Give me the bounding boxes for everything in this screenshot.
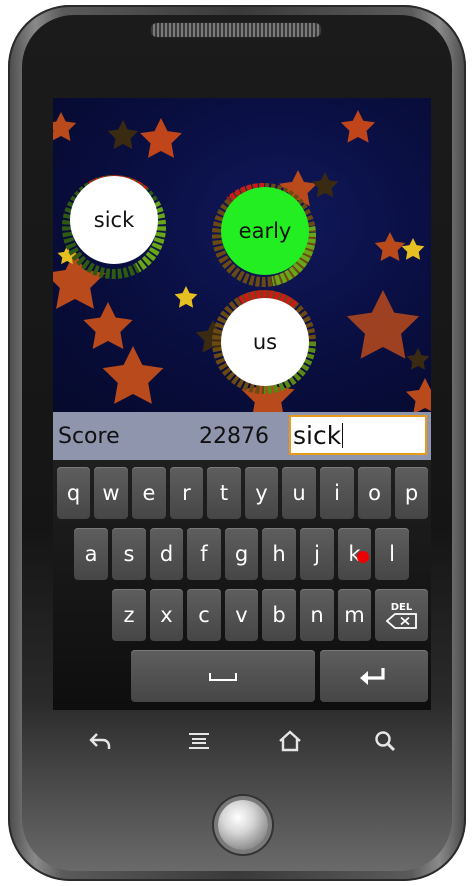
home-icon (279, 730, 301, 752)
earpiece-speaker (150, 22, 322, 38)
search-button[interactable] (369, 725, 401, 757)
key-i[interactable]: i (320, 467, 354, 519)
key-o[interactable]: o (358, 467, 391, 519)
enter-key[interactable] (320, 650, 428, 702)
word-input-value: sick (293, 421, 342, 450)
home-button[interactable] (274, 725, 306, 757)
star (140, 118, 182, 158)
key-d[interactable]: d (150, 528, 183, 580)
star (340, 110, 376, 143)
back-button[interactable] (85, 725, 117, 757)
word-bubble[interactable]: sick (70, 176, 158, 264)
star (102, 346, 164, 404)
key-b[interactable]: b (262, 589, 296, 641)
word-bubble[interactable]: us (221, 298, 309, 386)
bubble-word: us (252, 330, 278, 354)
key-u[interactable]: u (282, 467, 316, 519)
key-p[interactable]: p (395, 467, 428, 519)
star (346, 290, 420, 359)
game-area: sick early us (53, 98, 431, 412)
space-key[interactable] (131, 650, 315, 702)
enter-icon (360, 668, 385, 685)
search-icon (375, 731, 396, 752)
key-a[interactable]: a (74, 528, 108, 580)
key-z[interactable]: z (112, 589, 146, 641)
key-r[interactable]: r (170, 467, 203, 519)
key-f[interactable]: f (187, 528, 221, 580)
star (401, 238, 425, 260)
key-y[interactable]: y (245, 467, 278, 519)
star (53, 112, 77, 141)
star (174, 286, 198, 308)
key-x[interactable]: x (150, 589, 183, 641)
key-n[interactable]: n (300, 589, 334, 641)
star (374, 232, 406, 261)
star (406, 348, 430, 370)
key-j[interactable]: j (300, 528, 334, 580)
key-w[interactable]: w (94, 467, 128, 519)
star (83, 302, 133, 350)
key-l[interactable]: l (375, 528, 409, 580)
space-bar-icon (209, 673, 237, 681)
key-v[interactable]: v (225, 589, 258, 641)
star (406, 378, 431, 412)
score-value: 22876 (199, 424, 269, 449)
key-g[interactable]: g (225, 528, 258, 580)
text-caret (342, 423, 344, 448)
device-screen: sick early us Score 22876 sick q w e r t… (53, 98, 431, 710)
trackball[interactable] (218, 800, 268, 850)
key-h[interactable]: h (262, 528, 296, 580)
menu-button[interactable] (183, 725, 215, 757)
back-icon (89, 733, 111, 749)
bubble-word: early (238, 219, 292, 243)
menu-icon (189, 733, 209, 749)
key-m[interactable]: m (338, 589, 371, 641)
delete-key[interactable]: DEL (375, 589, 428, 641)
android-nav-bar (53, 715, 431, 767)
touch-indicator (357, 551, 369, 563)
key-c[interactable]: c (187, 589, 221, 641)
delete-key-label: DEL (390, 601, 413, 613)
key-s[interactable]: s (112, 528, 146, 580)
star (107, 120, 139, 149)
word-input[interactable]: sick (289, 415, 427, 455)
key-q[interactable]: q (57, 467, 90, 519)
word-bubble[interactable]: early (221, 187, 309, 275)
key-e[interactable]: e (132, 467, 166, 519)
key-t[interactable]: t (207, 467, 241, 519)
score-label: Score (58, 424, 120, 449)
score-bar: Score 22876 sick (53, 412, 431, 460)
bubble-word: sick (93, 208, 135, 232)
backspace-icon (385, 612, 417, 629)
soft-keyboard: q w e r t y u i o p a s d f g h j k l z … (53, 460, 431, 710)
